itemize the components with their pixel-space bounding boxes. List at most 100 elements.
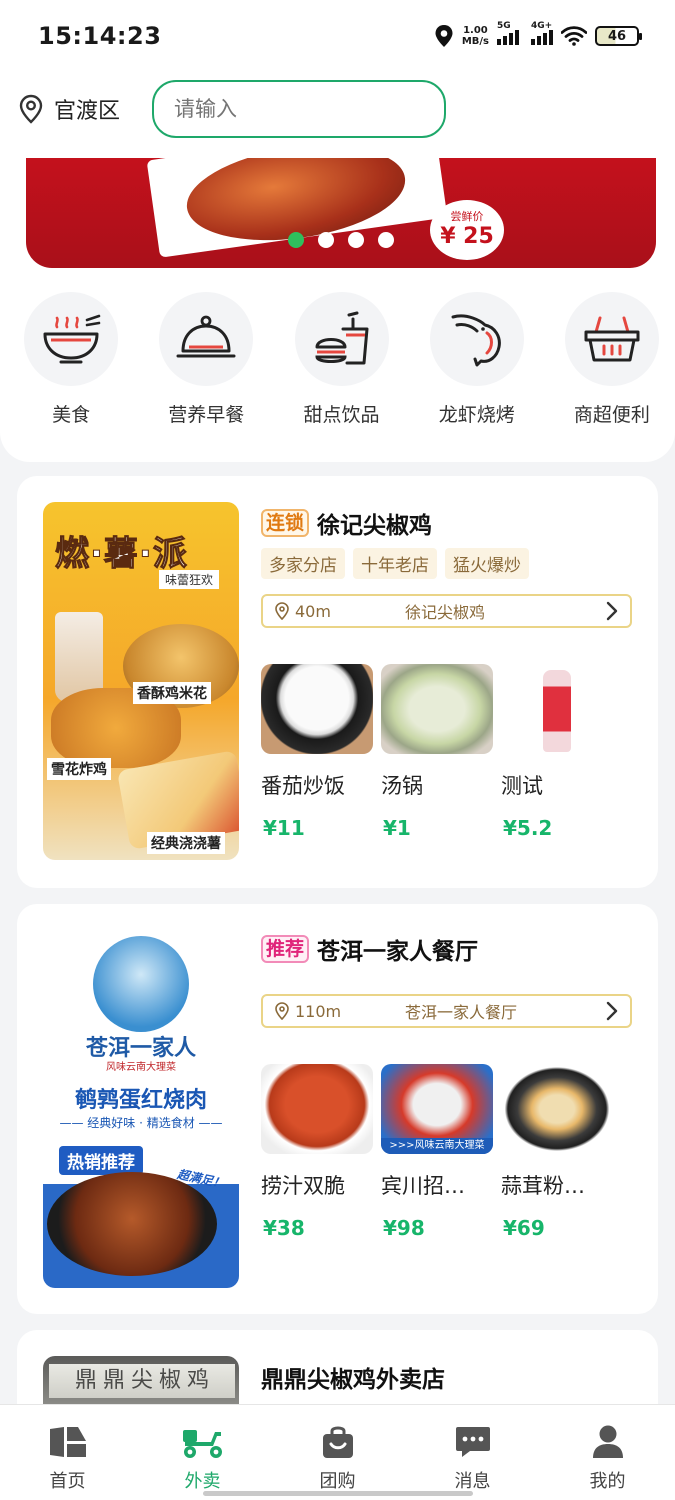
dish-name: 宾川招… bbox=[381, 1174, 465, 1198]
shrimp-icon bbox=[451, 314, 501, 367]
dish-image bbox=[261, 664, 373, 754]
cover-headline: 燃·薯·派 bbox=[55, 534, 188, 575]
category-breakfast[interactable]: 营养早餐 bbox=[143, 292, 269, 427]
chain-badge: 连锁 bbox=[261, 509, 310, 537]
nav-group-icon-wrap bbox=[270, 1423, 405, 1461]
chevron-right-icon bbox=[606, 1001, 618, 1021]
banner-price-tag: 尝鲜价 ¥ 25 bbox=[430, 200, 504, 260]
dish-price: ¥98 bbox=[383, 1216, 425, 1240]
store-card[interactable]: 苍洱一家人 风味云南大理菜 鹌鹑蛋红烧肉 —— 经典好味 · 精选食材 —— 热… bbox=[17, 904, 658, 1314]
dish-price: ¥38 bbox=[263, 1216, 305, 1240]
signal-5g-label: 5G bbox=[497, 21, 511, 31]
dish-item[interactable]: 蒜茸粉… ¥69 bbox=[501, 1064, 613, 1240]
nav-home[interactable]: 首页 bbox=[0, 1405, 135, 1500]
basket-icon bbox=[584, 316, 640, 362]
category-row: 美食 营养早餐 甜点饮品 龙虾烧烤 商超便利 bbox=[0, 292, 675, 427]
dish-name: 汤锅 bbox=[381, 774, 423, 798]
dish-price: ¥1 bbox=[383, 816, 411, 840]
user-icon bbox=[592, 1425, 623, 1458]
category-label: 美食 bbox=[52, 404, 91, 426]
category-label: 龙虾烧烤 bbox=[438, 404, 515, 426]
nav-label: 消息 bbox=[454, 1471, 491, 1492]
dish-item[interactable]: 捞汁双脆 ¥38 bbox=[261, 1064, 373, 1240]
dish-image bbox=[501, 1064, 613, 1154]
status-time: 15:14:23 bbox=[38, 22, 162, 50]
banner-pagination bbox=[288, 232, 394, 248]
recommend-badge: 推荐 bbox=[261, 935, 310, 963]
category-food-circle bbox=[24, 292, 119, 386]
banner-dot[interactable] bbox=[318, 232, 334, 248]
dish-item[interactable]: 宾川招… ¥98 bbox=[381, 1064, 493, 1240]
cover-tag: 经典浇浇薯 bbox=[147, 832, 225, 854]
category-lobster-bbq[interactable]: 龙虾烧烤 bbox=[414, 292, 540, 427]
store-cover-image: 燃·薯·派 味蕾狂欢 香酥鸡米花 雪花炸鸡 经典浇浇薯 bbox=[43, 502, 239, 860]
nav-messages-icon-wrap bbox=[405, 1423, 540, 1461]
location-pin-icon bbox=[275, 602, 289, 620]
category-supermarket[interactable]: 商超便利 bbox=[549, 292, 675, 427]
nav-label: 首页 bbox=[49, 1471, 86, 1492]
net-speed: 1.00 MB/s bbox=[462, 25, 489, 47]
dish-price: ¥5.2 bbox=[503, 816, 553, 840]
banner-price: ¥ 25 bbox=[440, 224, 494, 249]
nav-messages[interactable]: 消息 bbox=[405, 1405, 540, 1500]
cover-tag: 香酥鸡米花 bbox=[133, 682, 211, 704]
banner-dot[interactable] bbox=[288, 232, 304, 248]
search-input[interactable] bbox=[152, 80, 446, 138]
store-header: 鼎鼎尖椒鸡外卖店 bbox=[261, 1360, 445, 1394]
dish-image bbox=[261, 1064, 373, 1154]
message-icon bbox=[455, 1427, 490, 1457]
banner-dot[interactable] bbox=[348, 232, 364, 248]
location-pin-icon bbox=[275, 1002, 289, 1020]
store-branch-name: 徐记尖椒鸡 bbox=[405, 603, 486, 622]
category-supermarket-circle bbox=[564, 292, 659, 386]
location-pin-icon bbox=[19, 94, 43, 124]
bag-icon bbox=[322, 1426, 353, 1458]
store-header: 推荐 苍洱一家人餐厅 bbox=[261, 932, 478, 966]
cover-brand-sub: 风味云南大理菜 bbox=[106, 1062, 176, 1073]
dish-item[interactable]: 番茄炒饭 ¥11 bbox=[261, 664, 373, 840]
nav-profile-icon-wrap bbox=[540, 1423, 675, 1461]
banner-price-label: 尝鲜价 bbox=[450, 210, 484, 223]
store-cover-image: 苍洱一家人 风味云南大理菜 鹌鹑蛋红烧肉 —— 经典好味 · 精选食材 —— 热… bbox=[43, 930, 239, 1288]
category-label: 商超便利 bbox=[573, 404, 650, 426]
store-distance-row[interactable]: 40m 徐记尖椒鸡 bbox=[261, 594, 632, 628]
nav-delivery[interactable]: 外卖 bbox=[135, 1405, 270, 1500]
cover-subtitle: —— 经典好味 · 精选食材 —— bbox=[59, 1116, 223, 1130]
store-distance: 110m bbox=[295, 1001, 342, 1021]
category-lobster-circle bbox=[429, 292, 524, 386]
dish-price: ¥69 bbox=[503, 1216, 545, 1240]
category-dessert-drinks[interactable]: 甜点饮品 bbox=[278, 292, 404, 427]
store-name: 苍洱一家人餐厅 bbox=[317, 939, 479, 965]
dish-name: 测试 bbox=[501, 774, 543, 798]
dish-image bbox=[501, 664, 613, 754]
promo-banner[interactable]: 尝鲜价 ¥ 25 bbox=[26, 158, 656, 268]
store-distance: 40m bbox=[295, 601, 331, 621]
location-status-icon bbox=[435, 25, 453, 47]
burger-drink-icon bbox=[314, 311, 368, 365]
dish-price: ¥11 bbox=[263, 816, 305, 840]
dish-item[interactable]: 测试 ¥5.2 bbox=[501, 664, 613, 840]
store-tags: 多家分店 十年老店 猛火爆炒 bbox=[261, 548, 529, 579]
store-branch-name: 苍洱一家人餐厅 bbox=[405, 1003, 518, 1022]
category-label: 营养早餐 bbox=[168, 404, 245, 426]
nav-label: 我的 bbox=[589, 1471, 626, 1492]
category-food[interactable]: 美食 bbox=[8, 292, 134, 427]
location-selector[interactable]: 官渡区 bbox=[18, 80, 120, 138]
banner-dot[interactable] bbox=[378, 232, 394, 248]
category-dessert-circle bbox=[294, 292, 389, 386]
store-card[interactable]: 燃·薯·派 味蕾狂欢 香酥鸡米花 雪花炸鸡 经典浇浇薯 连锁 徐记尖椒鸡 多家分… bbox=[17, 476, 658, 888]
nav-home-icon-wrap bbox=[0, 1423, 135, 1461]
dish-list: 番茄炒饭 ¥11 汤锅 ¥1 测试 ¥5.2 bbox=[261, 664, 613, 840]
dish-item[interactable]: 汤锅 ¥1 bbox=[381, 664, 493, 840]
district-label: 官渡区 bbox=[54, 99, 121, 124]
nav-profile[interactable]: 我的 bbox=[540, 1405, 675, 1500]
dish-list: 捞汁双脆 ¥38 宾川招… ¥98 蒜茸粉… ¥69 bbox=[261, 1064, 613, 1240]
nav-group-buy[interactable]: 团购 bbox=[270, 1405, 405, 1500]
store-tag: 十年老店 bbox=[353, 548, 437, 579]
nav-label: 团购 bbox=[319, 1471, 356, 1492]
battery-icon: 46 bbox=[595, 26, 642, 46]
cover-tag: 雪花炸鸡 bbox=[47, 758, 111, 780]
store-tag: 猛火爆炒 bbox=[445, 548, 529, 579]
store-distance-row[interactable]: 110m 苍洱一家人餐厅 bbox=[261, 994, 632, 1028]
home-indicator[interactable] bbox=[203, 1491, 473, 1496]
